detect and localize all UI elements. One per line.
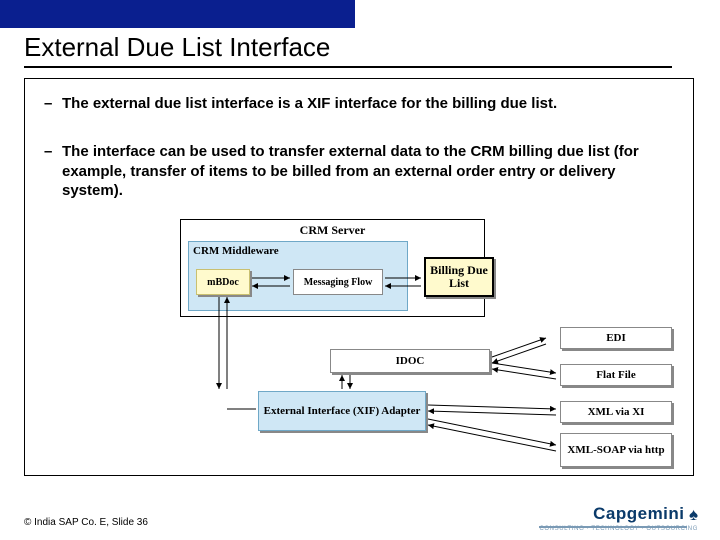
crm-middleware-label: CRM Middleware <box>193 245 279 257</box>
footer-copyright: © India SAP Co. E, Slide 36 <box>24 517 148 528</box>
idoc-box: IDOC <box>330 349 490 373</box>
architecture-diagram: CRM Server CRM Middleware mBDoc Messagin… <box>128 219 688 469</box>
flat-file-box: Flat File <box>560 364 672 386</box>
xml-xi-box: XML via XI <box>560 401 672 423</box>
spade-icon: ♠ <box>689 505 698 525</box>
logo-tagline: CONSULTING · TECHNOLOGY · OUTSOURCING <box>539 526 698 532</box>
crm-server-label: CRM Server <box>180 223 485 238</box>
title-accent-bar <box>0 0 355 28</box>
bullet-dash-icon: – <box>44 94 52 114</box>
bullet-item: – The external due list interface is a X… <box>62 94 672 114</box>
bullet-text: The interface can be used to transfer ex… <box>62 143 639 199</box>
bullet-text: The external due list interface is a XIF… <box>62 95 557 112</box>
footer-logo: Capgemini ♠ CONSULTING · TECHNOLOGY · OU… <box>539 504 698 532</box>
xif-adapter-box: External Interface (XIF) Adapter <box>258 391 426 431</box>
messaging-flow-box: Messaging Flow <box>293 269 383 295</box>
edi-box: EDI <box>560 327 672 349</box>
title-underline <box>24 66 672 68</box>
bullet-dash-icon: – <box>44 142 52 162</box>
bullet-item: – The interface can be used to transfer … <box>62 142 674 201</box>
billing-due-list-box: Billing Due List <box>424 257 494 297</box>
xml-soap-box: XML-SOAP via http <box>560 433 672 467</box>
mbdoc-box: mBDoc <box>196 269 250 295</box>
logo-text: Capgemini <box>593 504 684 523</box>
slide-title: External Due List Interface <box>24 32 330 63</box>
slide: External Due List Interface – The extern… <box>0 0 720 540</box>
